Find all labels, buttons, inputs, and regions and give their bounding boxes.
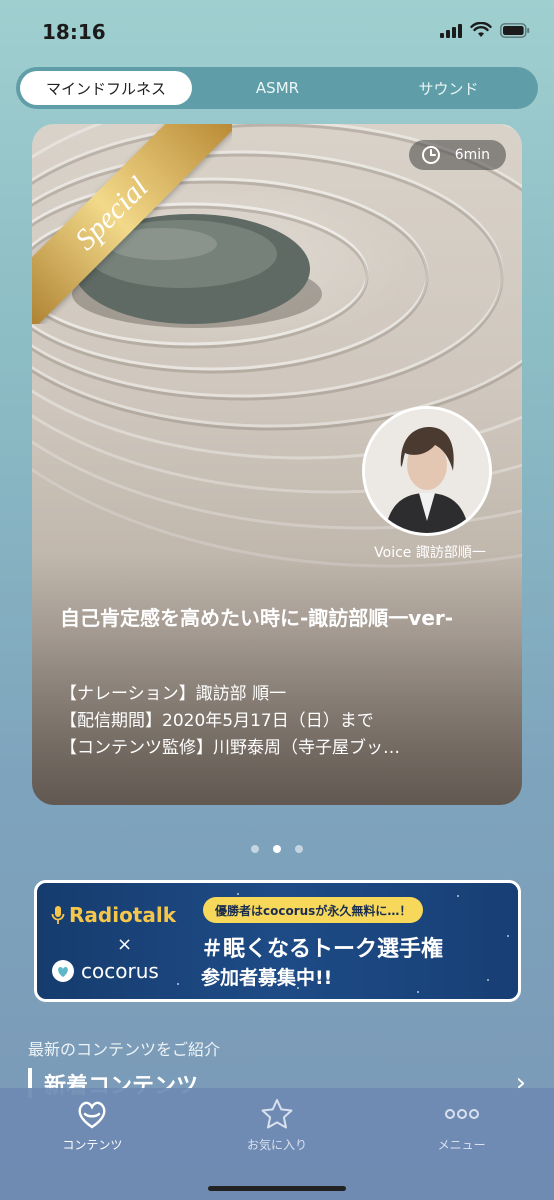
page-dot[interactable] xyxy=(251,845,259,853)
special-ribbon: Special xyxy=(32,124,232,324)
star-icon xyxy=(261,1099,293,1129)
tabbar-contents-label: コンテンツ xyxy=(62,1138,123,1152)
special-ribbon-label: Special xyxy=(32,124,232,324)
narration-detail: 【ナレーション】諏訪部 順一 xyxy=(60,684,287,704)
cellular-signal-icon xyxy=(440,22,462,38)
section-caption: 最新のコンテンツをご紹介 xyxy=(28,1040,221,1059)
tabbar-contents[interactable]: コンテンツ xyxy=(0,1098,185,1200)
clock-icon xyxy=(421,146,440,164)
content-title: 自己肯定感を高めたい時に-諏訪部順一ver- xyxy=(60,606,454,630)
duration-badge: 6min xyxy=(408,140,506,170)
banner-headline: ＃眠くなるトーク選手権 xyxy=(201,937,444,962)
category-tabs: マインドフルネス ASMR サウンド xyxy=(16,67,538,109)
tabbar-menu[interactable]: メニュー xyxy=(369,1098,554,1200)
banner-pill: 優勝者はcocorusが永久無料に…！ xyxy=(203,897,424,923)
content-details: 【ナレーション】諏訪部 順一 【配信期間】2020年5月17日（日）まで 【コン… xyxy=(60,681,500,762)
status-icons xyxy=(440,22,530,38)
duration-text: 6min xyxy=(454,147,490,163)
period-detail: 【配信期間】2020年5月17日（日）まで xyxy=(60,711,374,731)
carousel-page-indicator[interactable] xyxy=(0,845,554,853)
cocorus-text: cocorus xyxy=(81,959,159,983)
tabbar-favorites[interactable]: お気に入り xyxy=(185,1098,370,1200)
radiotalk-text: Radiotalk xyxy=(69,903,177,927)
status-bar: 18:16 xyxy=(0,0,554,62)
radiotalk-logo: Radiotalk xyxy=(51,903,176,927)
battery-icon xyxy=(500,22,530,38)
card-shade xyxy=(32,554,522,805)
banner-cross: × xyxy=(117,934,133,955)
voice-label: Voice 諏訪部順一 xyxy=(374,545,486,561)
status-time: 18:16 xyxy=(42,20,106,44)
promo-banner[interactable]: Radiotalk × cocorus 優勝者はcocorusが永久無料に…！ … xyxy=(34,880,521,1002)
more-dots-icon xyxy=(444,1109,479,1119)
tab-asmr[interactable]: ASMR xyxy=(192,71,363,105)
page-dot-active[interactable] xyxy=(273,845,281,853)
voice-actor-avatar[interactable] xyxy=(362,406,492,536)
tabbar-menu-label: メニュー xyxy=(437,1138,486,1152)
supervisor-detail: 【コンテンツ監修】川野泰周（寺子屋ブッ… xyxy=(60,738,400,758)
bottom-tab-bar: コンテンツ お気に入り メニュー xyxy=(0,1088,554,1200)
banner-subheadline: 参加者募集中!! xyxy=(201,967,333,989)
tab-sound[interactable]: サウンド xyxy=(363,71,534,105)
cocorus-logo: cocorus xyxy=(51,959,159,983)
banner-logos: Radiotalk × cocorus xyxy=(51,899,211,985)
featured-content-card[interactable]: Special 6min Voice 諏訪部順一 自己肯定感を高めたい時に-諏訪… xyxy=(32,124,522,805)
heart-drop-icon xyxy=(78,1101,106,1129)
wifi-icon xyxy=(470,22,492,38)
page-dot[interactable] xyxy=(295,845,303,853)
tab-mindfulness[interactable]: マインドフルネス xyxy=(20,71,192,105)
microphone-icon xyxy=(51,906,65,924)
cocorus-logo-icon xyxy=(52,960,74,982)
tabbar-favorites-label: お気に入り xyxy=(247,1138,308,1152)
home-indicator xyxy=(208,1186,346,1191)
